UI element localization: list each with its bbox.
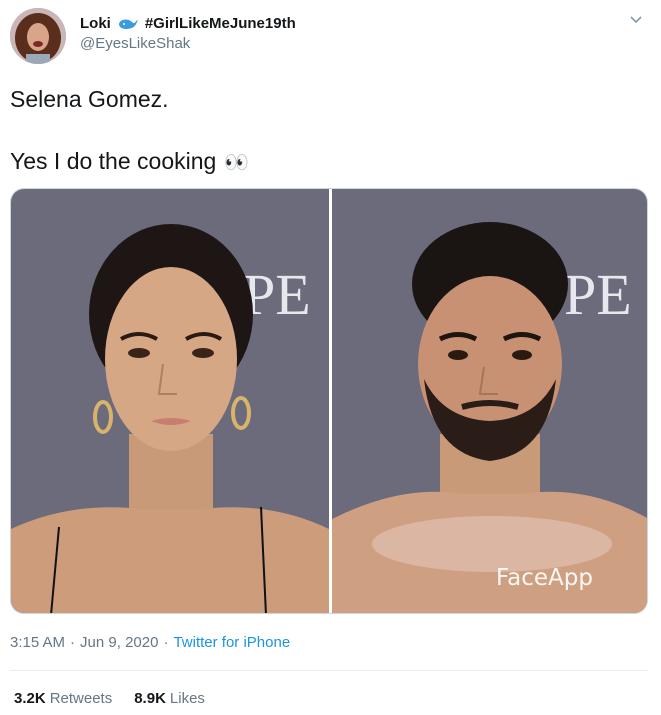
chevron-down-icon[interactable] — [626, 10, 646, 30]
likes-count: 8.9K — [134, 690, 166, 707]
tweet-date[interactable]: Jun 9, 2020 — [80, 634, 158, 651]
tweet-meta: 3:15 AM · Jun 9, 2020 · Twitter for iPho… — [10, 634, 290, 651]
meta-separator: · — [70, 634, 76, 651]
author-handle[interactable]: @EyesLikeShak — [80, 35, 190, 52]
divider — [10, 670, 648, 671]
backdrop-text: PE — [564, 262, 632, 327]
retweets-stat[interactable]: 3.2K Retweets — [14, 690, 112, 707]
likes-stat[interactable]: 8.9K Likes — [134, 690, 205, 707]
retweets-count: 3.2K — [14, 690, 46, 707]
media-photo-right[interactable]: PE FaceApp — [332, 189, 647, 613]
tweet-source-link[interactable]: Twitter for iPhone — [173, 634, 290, 651]
media-photo-left[interactable]: PE — [11, 189, 329, 613]
likes-label: Likes — [169, 690, 205, 707]
backdrop-text: PE — [243, 262, 311, 327]
tweet-media[interactable]: PE PE FaceApp — [10, 188, 648, 614]
meta-separator: · — [163, 634, 169, 651]
tweet-text-line-1: Selena Gomez. — [10, 86, 169, 113]
hashtag-name[interactable]: #GirlLikeMeJune19th — [145, 15, 296, 32]
tweet-text: Selena Gomez. — [10, 86, 169, 112]
retweets-label: Retweets — [49, 690, 113, 707]
whale-icon — [117, 15, 139, 31]
display-name[interactable]: Loki — [80, 15, 111, 32]
tweet-time[interactable]: 3:15 AM — [10, 634, 65, 651]
avatar[interactable] — [10, 8, 66, 64]
tweet-text-line-2: Yes I do the cooking 👀 — [10, 148, 249, 175]
tweet-text: Yes I do the cooking — [10, 148, 217, 174]
eyes-emoji: 👀 — [224, 149, 250, 174]
tweet-stats: 3.2K Retweets 8.9K Likes — [14, 690, 205, 707]
faceapp-watermark: FaceApp — [496, 565, 593, 591]
author-name-line: Loki #GirlLikeMeJune19th — [80, 13, 296, 33]
